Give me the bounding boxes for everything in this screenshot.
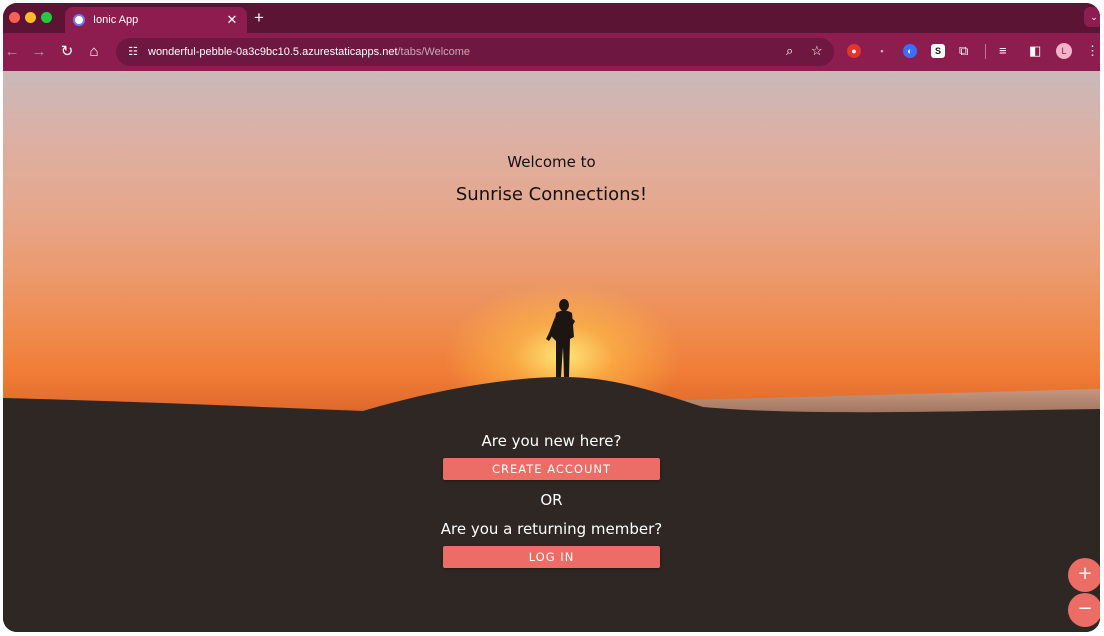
site-info-icon[interactable]: ☷ — [124, 43, 142, 61]
zoom-in-button[interactable]: + — [1068, 558, 1100, 592]
gray-extension-icon[interactable]: • — [875, 44, 889, 58]
back-button[interactable]: ← — [3, 43, 21, 61]
tab-title: Ionic App — [93, 14, 139, 26]
url-path: /tabs/Welcome — [397, 46, 471, 58]
ionic-favicon-icon — [73, 14, 85, 26]
create-account-button[interactable]: CREATE ACCOUNT — [443, 458, 660, 480]
browser-toolbar: ← → ↻ ⌂ ☷ wonderful-pebble-0a3c9bc10.5.a… — [3, 33, 1100, 71]
tab-close-icon[interactable]: ✕ — [225, 12, 239, 28]
extensions-puzzle-icon[interactable]: ⧉ — [959, 43, 968, 59]
s-extension-icon[interactable]: S — [931, 44, 945, 58]
welcome-page: Welcome to Sunrise Connections! Are you … — [3, 71, 1100, 632]
welcome-heading: Welcome to — [507, 153, 596, 171]
person-silhouette — [546, 299, 575, 377]
media-controls-icon[interactable]: ≡ — [999, 43, 1007, 59]
or-separator: OR — [540, 491, 563, 509]
zoom-icon[interactable]: ⌕ — [786, 43, 793, 59]
url-host: wonderful-pebble-0a3c9bc10.5.azurestatic… — [148, 46, 398, 58]
toolbar-divider — [985, 44, 986, 59]
browser-menu-icon[interactable]: ⋮ — [1086, 43, 1099, 59]
home-button[interactable]: ⌂ — [85, 43, 103, 61]
returning-member-question: Are you a returning member? — [440, 520, 663, 538]
tab-ionic-app[interactable]: Ionic App ✕ — [65, 7, 247, 33]
forward-button[interactable]: → — [30, 43, 48, 61]
minimize-window-button[interactable] — [25, 12, 36, 23]
url-text: wonderful-pebble-0a3c9bc10.5.azurestatic… — [148, 46, 470, 58]
browser-window: Ionic App ✕ + ⌄ ← → ↻ ⌂ ☷ wonderful-pebb… — [3, 3, 1100, 632]
profile-avatar[interactable]: L — [1056, 43, 1072, 59]
side-panel-icon[interactable]: ◧ — [1029, 43, 1041, 59]
blue-extension-icon[interactable]: ◐ — [903, 44, 917, 58]
app-name-heading: Sunrise Connections! — [455, 184, 648, 205]
new-tab-button[interactable]: + — [254, 8, 264, 28]
red-extension-icon[interactable]: ● — [847, 44, 861, 58]
reload-button[interactable]: ↻ — [58, 43, 76, 61]
log-in-button[interactable]: LOG IN — [443, 546, 660, 568]
maximize-window-button[interactable] — [41, 12, 52, 23]
tab-strip: Ionic App ✕ + ⌄ — [3, 3, 1100, 33]
tab-search-button[interactable]: ⌄ — [1084, 7, 1100, 27]
address-bar[interactable]: ☷ wonderful-pebble-0a3c9bc10.5.azurestat… — [116, 38, 834, 66]
close-window-button[interactable] — [9, 12, 20, 23]
zoom-out-button[interactable]: − — [1068, 593, 1100, 627]
new-user-question: Are you new here? — [481, 432, 622, 450]
bookmark-star-icon[interactable]: ☆ — [811, 43, 823, 59]
